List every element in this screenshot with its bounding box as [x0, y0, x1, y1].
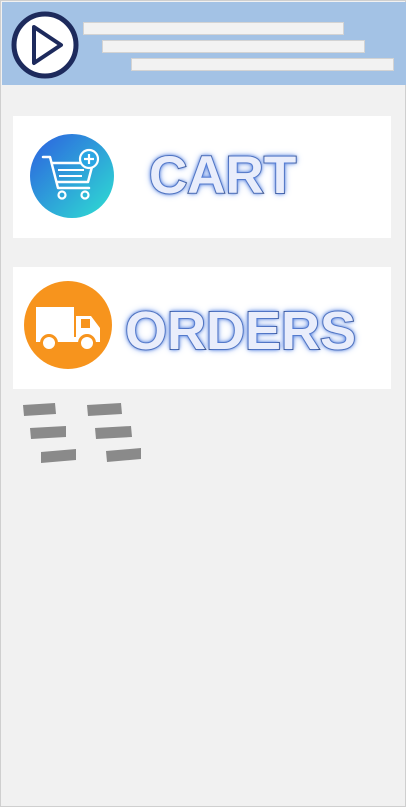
delivery-truck-icon [24, 281, 112, 369]
header-title-placeholder [83, 22, 344, 35]
orders-label: ORDERS [124, 301, 357, 361]
app-frame: CART ORDERS [0, 0, 406, 807]
play-icon[interactable] [11, 11, 79, 79]
cart-label: CART [148, 146, 297, 205]
cart-plus-icon [30, 134, 114, 218]
header-subtitle-placeholder [102, 40, 365, 53]
orders-button[interactable]: ORDERS [13, 267, 391, 389]
header-caption-placeholder [131, 58, 394, 71]
loading-placeholder-icon [23, 403, 141, 463]
app-header [2, 2, 406, 85]
cart-button[interactable]: CART [13, 116, 391, 238]
